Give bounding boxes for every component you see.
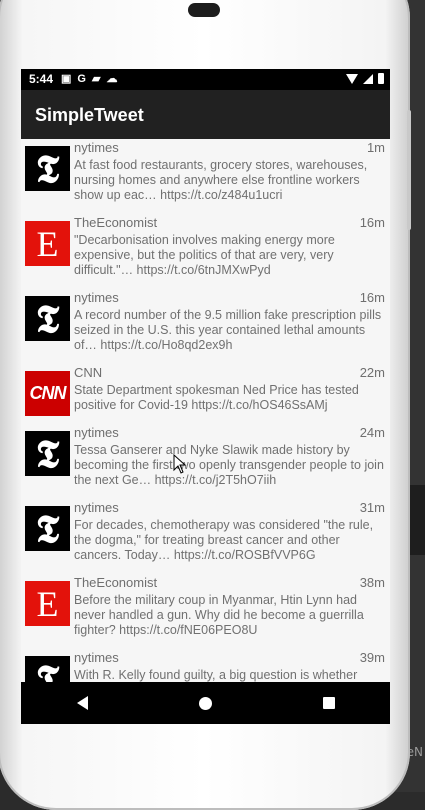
battery-icon — [378, 73, 384, 84]
tweet-time: 24m — [359, 425, 385, 440]
tweet-time: 38m — [359, 575, 385, 590]
nytimes-logo[interactable]: 𝕿 — [25, 146, 70, 191]
cnn-logo[interactable]: CNN — [25, 371, 70, 416]
back-icon[interactable] — [76, 696, 88, 710]
economist-logo[interactable]: E — [25, 221, 70, 266]
tweet-time: 16m — [359, 290, 385, 305]
tweet-text: State Department spokesman Ned Price has… — [74, 383, 359, 412]
tweet-handle: nytimes — [74, 425, 119, 440]
system-icons — [346, 73, 384, 84]
tweet-text: Tessa Ganserer and Nyke Slawik made hist… — [74, 443, 384, 487]
status-bar: 5:44 ▣ G ▰ ☁ — [21, 69, 390, 90]
tweet-text: A record number of the 9.5 million fake … — [74, 308, 382, 352]
tweet-handle: CNN — [74, 365, 103, 380]
tweet-text: With R. Kelly found guilty, a big questi… — [74, 668, 358, 682]
tweet-text: For decades, chemotherapy was considered… — [74, 518, 374, 562]
navigation-bar — [21, 682, 390, 724]
tweet-time: 22m — [359, 365, 385, 380]
tweet-text: At fast food restaurants, grocery stores… — [74, 158, 368, 202]
tweet-text: Before the military coup in Myanmar, Hti… — [74, 593, 364, 637]
signal-icon — [363, 73, 373, 84]
wifi-icon — [346, 73, 358, 84]
google-icon: G — [77, 73, 86, 85]
tweet-handle: nytimes — [74, 500, 119, 515]
home-icon[interactable] — [198, 696, 212, 710]
tweet-item[interactable]: 𝕿 nytimes 1m At fast food restaurants, g… — [21, 139, 390, 214]
tweet-handle: nytimes — [74, 650, 119, 665]
cloud-icon: ☁ — [106, 73, 118, 85]
recents-icon[interactable] — [322, 697, 335, 709]
tweet-time: 1m — [366, 140, 385, 155]
tweet-item[interactable]: 𝕿 nytimes 24m Tessa Ganserer and Nyke Sl… — [21, 424, 390, 499]
app-bar: SimpleTweet — [21, 90, 390, 139]
proximity-sensor — [188, 3, 220, 17]
tweet-item[interactable]: 𝕿 nytimes 39m With R. Kelly found guilty… — [21, 649, 390, 682]
nytimes-logo[interactable]: 𝕿 — [25, 656, 70, 682]
message-icon: ▣ — [61, 73, 72, 85]
tweet-time: 39m — [359, 650, 385, 665]
nytimes-logo[interactable]: 𝕿 — [25, 506, 70, 551]
device-screen: 5:44 ▣ G ▰ ☁ SimpleTweet 𝕿 nytimes 1m At… — [21, 69, 390, 724]
app-title: SimpleTweet — [35, 105, 144, 125]
economist-logo[interactable]: E — [25, 581, 70, 626]
tweet-item[interactable]: 𝕿 nytimes 16m A record number of the 9.5… — [21, 289, 390, 364]
power-button[interactable] — [407, 110, 411, 230]
tweet-handle: nytimes — [74, 290, 119, 305]
tweet-item[interactable]: 𝕿 nytimes 31m For decades, chemotherapy … — [21, 499, 390, 574]
tweet-handle: TheEconomist — [74, 575, 158, 590]
tweet-item[interactable]: E TheEconomist 16m "Decarbonisation invo… — [21, 214, 390, 289]
tweet-timeline[interactable]: 𝕿 nytimes 1m At fast food restaurants, g… — [21, 139, 390, 682]
sd-card-icon: ▰ — [91, 73, 101, 85]
nytimes-logo[interactable]: 𝕿 — [25, 296, 70, 341]
status-time: 5:44 — [29, 72, 54, 86]
tweet-handle: nytimes — [74, 140, 119, 155]
tweet-text: "Decarbonisation involves making energy … — [74, 233, 335, 277]
mouse-cursor-icon — [173, 454, 187, 474]
tweet-item[interactable]: E TheEconomist 38m Before the military c… — [21, 574, 390, 649]
notification-icons: ▣ G ▰ ☁ — [61, 73, 117, 85]
tweet-handle: TheEconomist — [74, 215, 158, 230]
tweet-time: 31m — [359, 500, 385, 515]
nytimes-logo[interactable]: 𝕿 — [25, 431, 70, 476]
tweet-time: 16m — [359, 215, 385, 230]
